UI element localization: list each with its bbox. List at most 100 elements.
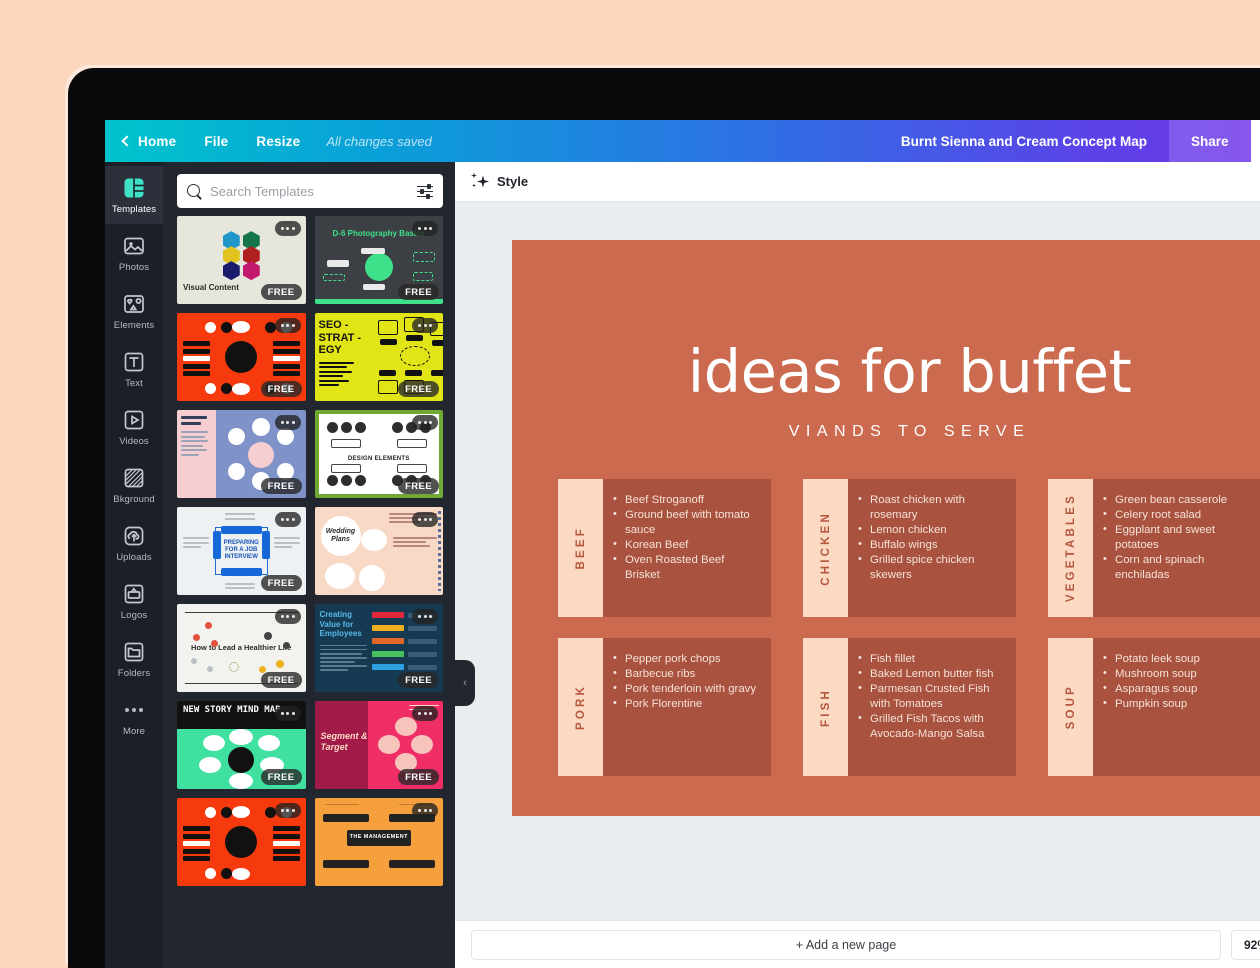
template-thumb[interactable]: FREE <box>177 313 306 401</box>
free-badge: FREE <box>398 478 439 494</box>
thumb-menu-icon[interactable] <box>412 221 438 236</box>
category-card[interactable]: VEGETABLESGreen bean casseroleCelery roo… <box>1048 479 1260 617</box>
free-badge: FREE <box>261 284 302 300</box>
resize-label: Resize <box>256 134 300 149</box>
category-card-label: SOUP <box>1065 684 1077 729</box>
share-label: Share <box>1191 134 1229 149</box>
home-label: Home <box>138 134 176 149</box>
zoom-controls: 92% <box>1231 930 1260 960</box>
search-icon <box>187 184 202 199</box>
thumb-menu-icon[interactable] <box>412 706 438 721</box>
sidebar-item-logos[interactable]: Logos <box>105 572 163 630</box>
sidebar-item-folders[interactable]: Folders <box>105 630 163 688</box>
thumb-menu-icon[interactable] <box>275 415 301 430</box>
template-thumb[interactable]: PREPARING FOR A JOB INTERVIEW <box>177 507 306 595</box>
sidebar-item-templates[interactable]: Templates <box>105 166 163 224</box>
template-thumb[interactable] <box>177 798 306 886</box>
zoom-level-label[interactable]: 92% <box>1244 938 1260 952</box>
document-title: Burnt Sienna and Cream Concept Map <box>901 134 1169 149</box>
chevron-left-icon <box>121 135 132 146</box>
search-input[interactable] <box>210 184 409 199</box>
template-thumb[interactable]: How to Lead a Healthier Life FREE <box>177 604 306 692</box>
category-item: Buffalo wings <box>856 538 1006 553</box>
thumb-menu-icon[interactable] <box>412 609 438 624</box>
template-thumbnail-grid: Visual Content FREE D-6 Photography Basi… <box>163 216 455 968</box>
category-card-body: Beef StroganoffGround beef with tomato s… <box>603 479 771 617</box>
template-thumb[interactable]: DESIGN ELEMENTS <box>315 410 444 498</box>
share-button[interactable]: Share <box>1169 120 1251 162</box>
filter-sliders-icon[interactable] <box>417 184 433 199</box>
folder-icon <box>122 640 146 664</box>
sidebar-item-more[interactable]: More <box>105 688 163 746</box>
template-thumb[interactable]: NEW STORY MIND MAP FREE <box>177 701 306 789</box>
category-card[interactable]: BEEFBeef StroganoffGround beef with toma… <box>558 479 771 617</box>
file-menu[interactable]: File <box>190 120 242 162</box>
style-button[interactable]: Style <box>497 174 528 189</box>
thumb-menu-icon[interactable] <box>275 318 301 333</box>
thumb-menu-icon[interactable] <box>275 803 301 818</box>
sidebar-item-videos[interactable]: Videos <box>105 398 163 456</box>
resize-menu[interactable]: Resize <box>242 120 314 162</box>
thumb-menu-icon[interactable] <box>412 803 438 818</box>
template-thumb[interactable]: Creating Value for Employees <box>315 604 444 692</box>
thumb-menu-icon[interactable] <box>412 415 438 430</box>
free-badge: FREE <box>398 769 439 785</box>
sidebar-item-elements[interactable]: Elements <box>105 282 163 340</box>
template-thumb[interactable]: Visual Content FREE <box>177 216 306 304</box>
bottom-toolbar: + Add a new page 92% ? <box>455 920 1260 968</box>
category-card[interactable]: SOUPPotato leek soupMushroom soupAsparag… <box>1048 638 1260 776</box>
search-box[interactable] <box>177 174 443 208</box>
category-item: Pork Florentine <box>611 697 756 712</box>
category-item-list: Green bean casseroleCelery root saladEgg… <box>1101 493 1251 583</box>
sidebar-item-uploads[interactable]: Uploads <box>105 514 163 572</box>
free-badge: FREE <box>261 381 302 397</box>
thumb-menu-icon[interactable] <box>275 706 301 721</box>
thumb-menu-icon[interactable] <box>275 221 301 236</box>
home-button[interactable]: Home <box>105 120 190 162</box>
template-thumb[interactable]: SEO - STRAT - EGY <box>315 313 444 401</box>
sidebar-item-background[interactable]: Bkground <box>105 456 163 514</box>
thumb-menu-icon[interactable] <box>412 512 438 527</box>
category-item: Asparagus soup <box>1101 682 1200 697</box>
thumb-menu-icon[interactable] <box>412 318 438 333</box>
category-card-body: Roast chicken with rosemaryLemon chicken… <box>848 479 1016 617</box>
category-item: Pepper pork chops <box>611 652 756 667</box>
style-toolbar: Style <box>455 162 1260 202</box>
laptop-frame: Home File Resize All changes saved Burnt… <box>68 68 1260 968</box>
category-card[interactable]: CHICKENRoast chicken with rosemaryLemon … <box>803 479 1016 617</box>
thumb-menu-icon[interactable] <box>275 512 301 527</box>
template-thumb-title: NEW STORY MIND MAP <box>183 705 281 715</box>
free-badge: FREE <box>261 769 302 785</box>
category-item: Green bean casserole <box>1101 493 1251 508</box>
design-title[interactable]: ideas for buffet <box>558 342 1260 401</box>
template-thumb-title: SEO - STRAT - EGY <box>319 319 370 357</box>
free-badge: FREE <box>261 672 302 688</box>
template-thumb[interactable]: D-6 Photography Basics FREE <box>315 216 444 304</box>
category-card[interactable]: FISHFish filletBaked Lemon butter fishPa… <box>803 638 1016 776</box>
category-item: Korean Beef <box>611 538 761 553</box>
download-button[interactable]: Download <box>1251 120 1260 162</box>
sidebar-label-logos: Logos <box>121 610 147 621</box>
template-thumb[interactable]: Wedding Plans <box>315 507 444 595</box>
category-card[interactable]: PORKPepper pork chopsBarbecue ribsPork t… <box>558 638 771 776</box>
thumb-menu-icon[interactable] <box>275 609 301 624</box>
sidebar-label-elements: Elements <box>114 320 154 331</box>
category-item: Grilled Fish Tacos with Avocado-Mango Sa… <box>856 712 1006 742</box>
category-cards-grid: BEEFBeef StroganoffGround beef with toma… <box>558 479 1260 776</box>
add-new-page-button[interactable]: + Add a new page <box>471 930 1221 960</box>
text-icon <box>122 350 146 374</box>
design-canvas[interactable]: ideas for buffet VIANDS TO SERVE BEEFBee… <box>512 240 1260 816</box>
sidebar-item-photos[interactable]: Photos <box>105 224 163 282</box>
sidebar-item-text[interactable]: Text <box>105 340 163 398</box>
design-subtitle[interactable]: VIANDS TO SERVE <box>558 423 1260 441</box>
free-badge: FREE <box>398 672 439 688</box>
top-toolbar: Home File Resize All changes saved Burnt… <box>105 120 1260 162</box>
collapse-panel-handle[interactable]: ‹ <box>455 660 475 706</box>
category-card-tab: VEGETABLES <box>1048 479 1093 617</box>
template-thumb[interactable]: Segment & Target FREE <box>315 701 444 789</box>
category-item: Grilled spice chicken skewers <box>856 553 1006 583</box>
template-thumb[interactable]: FREE <box>177 410 306 498</box>
category-item-list: Beef StroganoffGround beef with tomato s… <box>611 493 761 583</box>
category-item-list: Fish filletBaked Lemon butter fishParmes… <box>856 652 1006 742</box>
template-thumb[interactable]: THE MANAGEMENT <box>315 798 444 886</box>
